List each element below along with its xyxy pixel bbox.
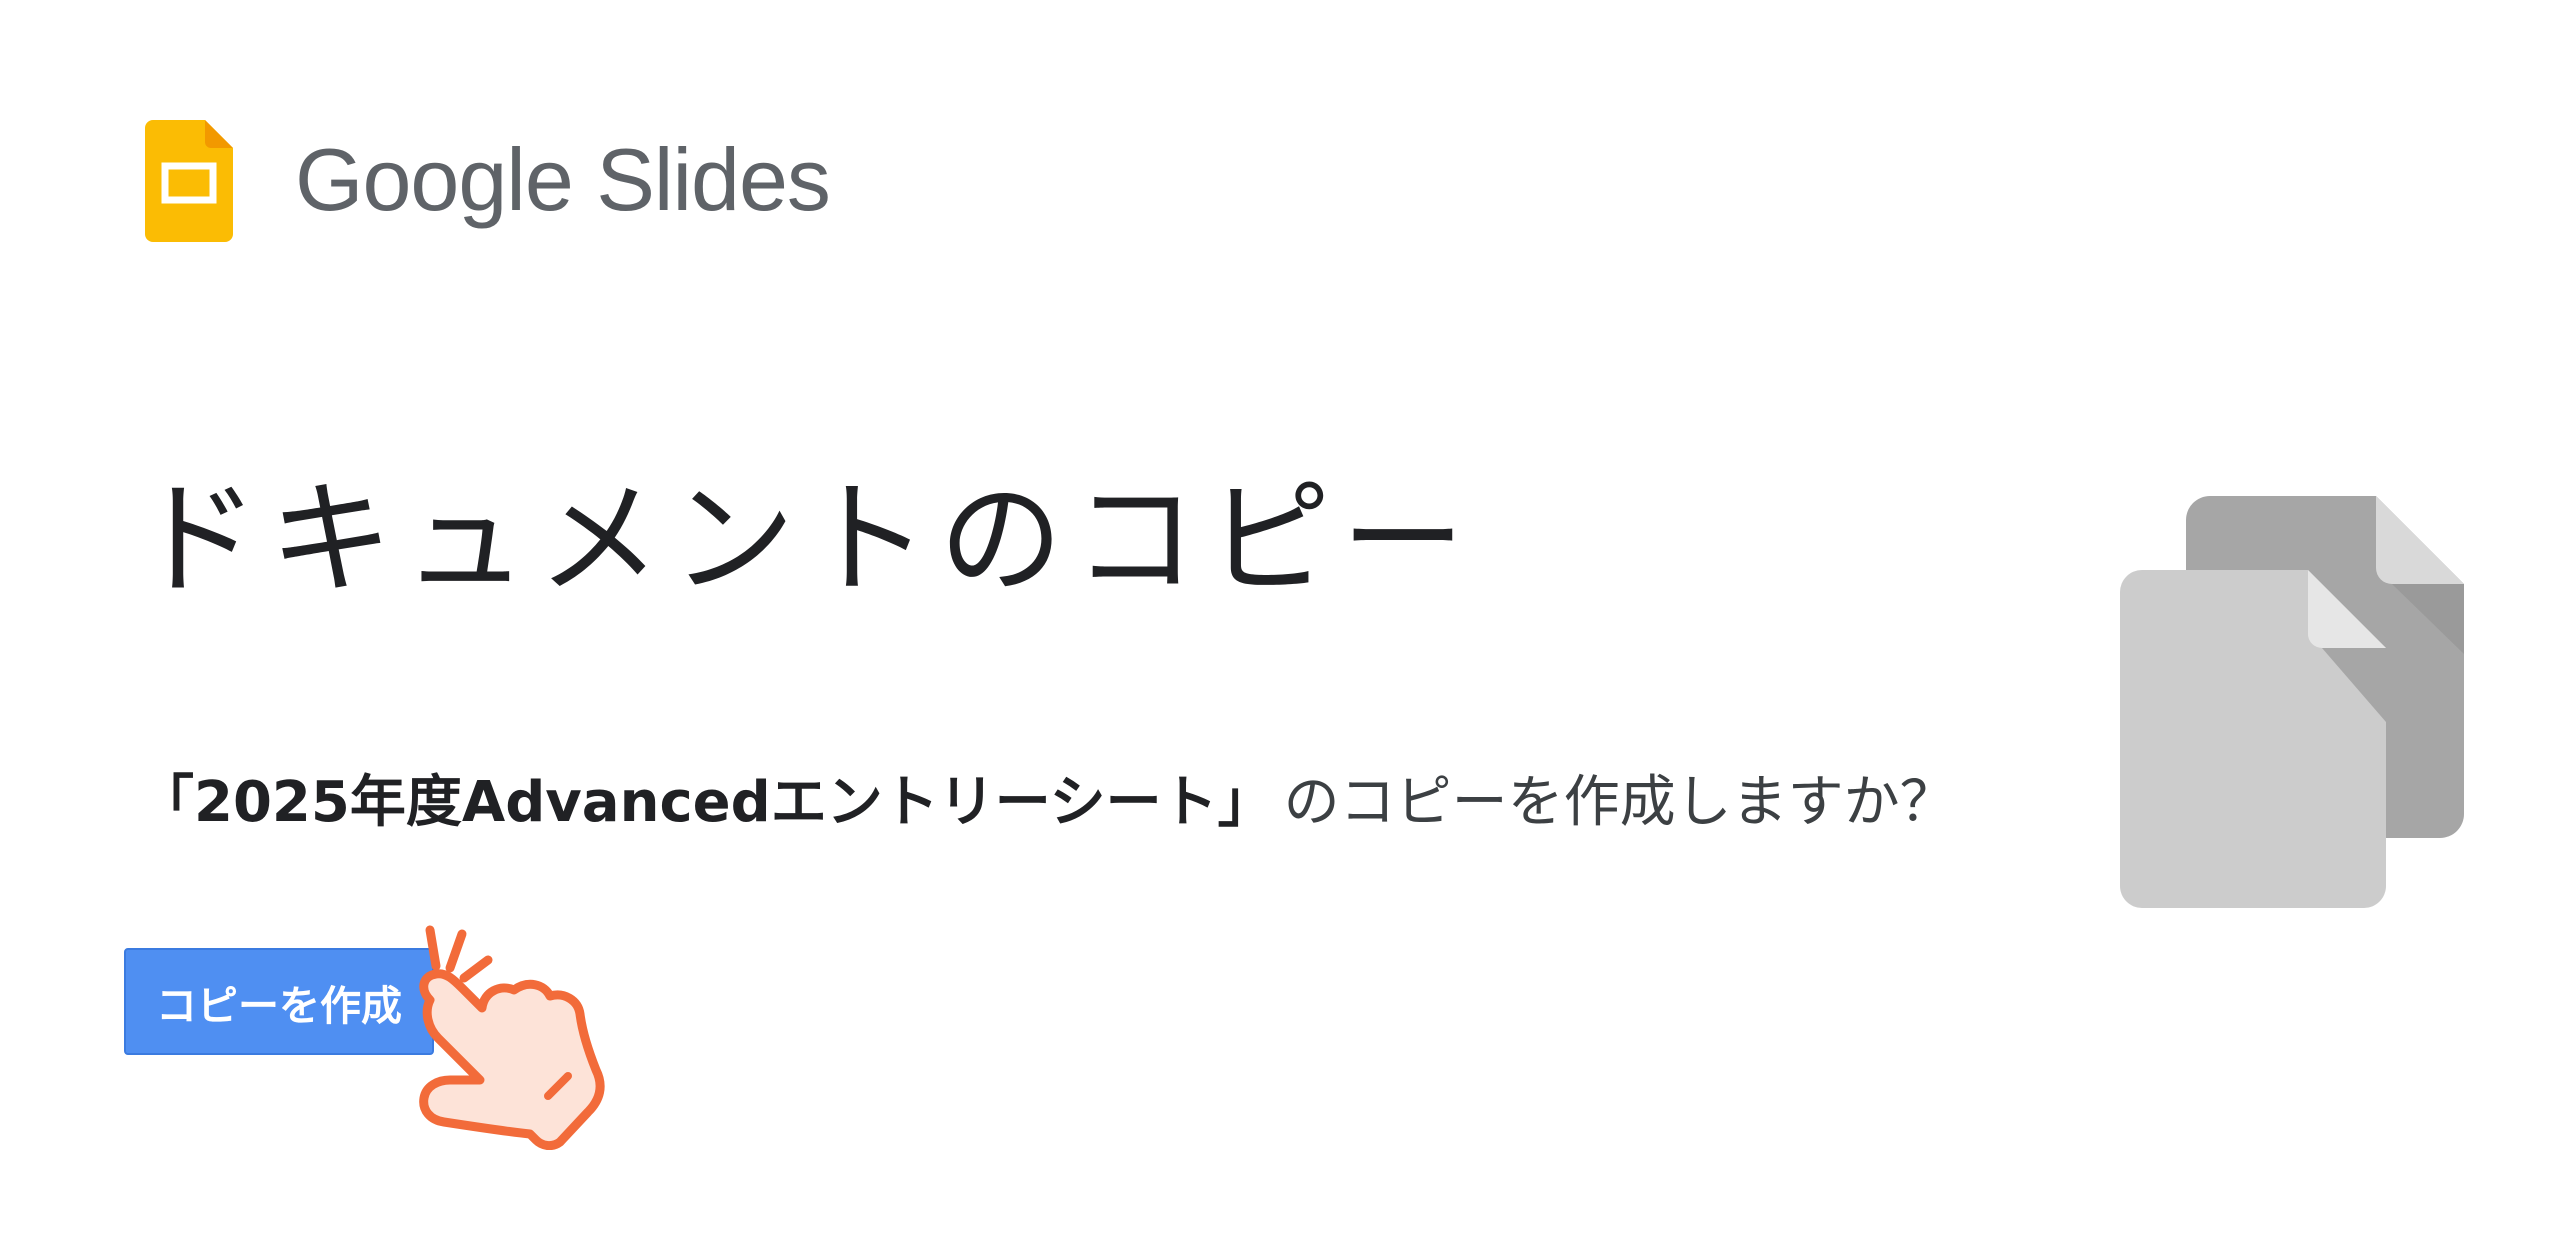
google-slides-icon (145, 120, 233, 242)
pointing-hand-icon (419, 925, 605, 1150)
copy-prompt: 「2025年度Advancedエントリーシート」 のコピーを作成しますか？ (138, 775, 1956, 831)
document-copies-icon (2120, 496, 2464, 908)
prompt-question: のコピーを作成しますか？ (1283, 770, 1956, 835)
document-name: 「2025年度Advancedエントリーシート」 (138, 770, 1274, 835)
make-copy-button[interactable]: コピーを作成 (124, 948, 434, 1055)
app-logo: Google Slides (145, 120, 831, 242)
app-name: Google Slides (295, 130, 831, 229)
page-title: ドキュメントのコピー (135, 468, 1476, 612)
